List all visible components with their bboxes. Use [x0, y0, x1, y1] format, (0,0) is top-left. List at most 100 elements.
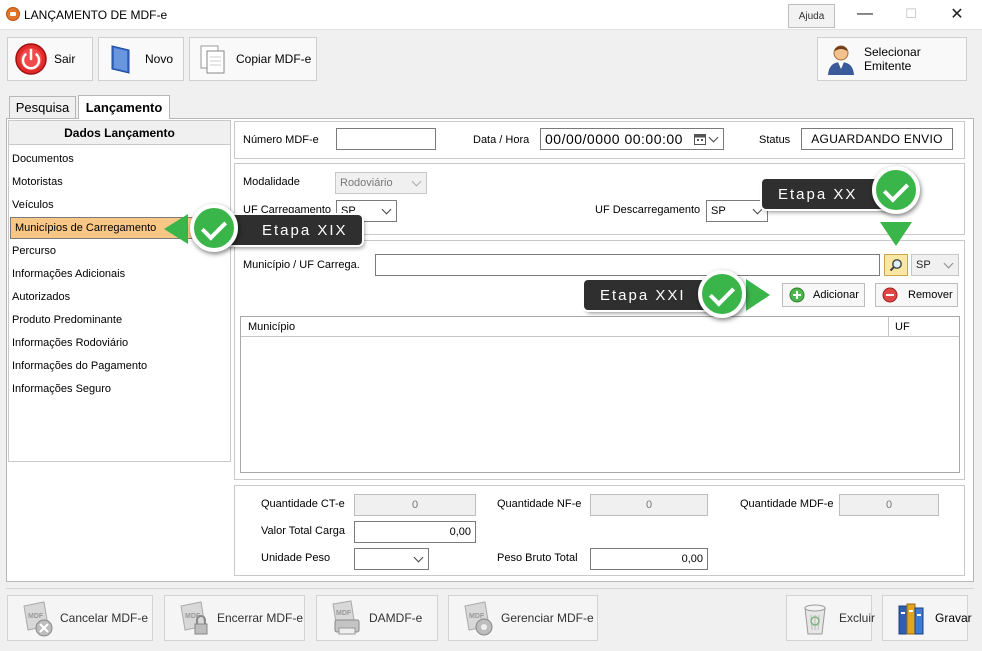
data-hora-label: Data / Hora — [473, 134, 530, 146]
copy-icon — [196, 42, 230, 76]
callout-arrow — [164, 214, 188, 244]
qtd-mdfe-label: Quantidade MDF-e — [740, 498, 834, 510]
qtd-cte-value: 0 — [354, 494, 476, 516]
novo-button[interactable]: Novo — [98, 37, 184, 81]
copiar-label: Copiar MDF-e — [236, 52, 312, 66]
adicionar-button[interactable]: Adicionar — [782, 283, 865, 307]
qtd-nfe-label: Quantidade NF-e — [497, 498, 582, 510]
gerenciar-mdfe-button[interactable]: MDF Gerenciar MDF-e — [448, 595, 598, 641]
numero-mdfe-label: Número MDF-e — [243, 134, 319, 146]
power-icon — [14, 42, 48, 76]
callout-etapa-xix: Etapa XIX — [226, 215, 362, 245]
qtd-nfe-value: 0 — [590, 494, 708, 516]
sidebar-item-informacoes-adicionais[interactable]: Informações Adicionais — [10, 263, 229, 285]
sidebar-item-produto-predominante[interactable]: Produto Predominante — [10, 309, 229, 331]
calendar-icon[interactable] — [694, 132, 719, 145]
qtd-cte-label: Quantidade CT-e — [261, 498, 345, 510]
sidebar-item-informacoes-pagamento[interactable]: Informações do Pagamento — [10, 355, 229, 377]
municipio-uf-value: SP — [916, 259, 931, 271]
sidebar-item-informacoes-seguro[interactable]: Informações Seguro — [10, 378, 229, 400]
sidebar-item-documentos[interactable]: Documentos — [10, 148, 229, 170]
unidade-peso-label: Unidade Peso — [261, 552, 331, 564]
municipio-grid[interactable] — [240, 316, 960, 473]
gerenciar-mdfe-label: Gerenciar MDF-e — [501, 611, 594, 625]
modalidade-select: Rodoviário — [335, 172, 427, 194]
status-label: Status — [759, 134, 791, 146]
window-title: LANÇAMENTO DE MDF-e — [24, 8, 168, 22]
save-books-icon — [891, 598, 931, 638]
chevron-down-icon — [381, 204, 392, 214]
svg-text:MDF: MDF — [28, 613, 44, 620]
data-hora-input[interactable]: 00/00/0000 00:00:00 — [540, 128, 724, 150]
municipio-uf-label: Município / UF Carrega. — [243, 259, 360, 271]
cancelar-mdfe-label: Cancelar MDF-e — [60, 611, 149, 625]
callout-arrow — [880, 222, 912, 246]
grid-header: Município UF — [241, 317, 959, 337]
chevron-down-icon — [411, 176, 422, 186]
data-hora-value: 00/00/0000 00:00:00 — [545, 131, 683, 147]
sidebar-item-autorizados[interactable]: Autorizados — [10, 286, 229, 308]
numero-mdfe-input[interactable] — [336, 128, 436, 150]
grid-col-divider — [888, 317, 889, 336]
check-circle-icon — [872, 166, 920, 214]
search-icon — [889, 259, 902, 272]
svg-text:MDF: MDF — [336, 610, 352, 617]
remover-label: Remover — [908, 289, 953, 301]
minimize-button[interactable]: — — [842, 0, 888, 28]
user-icon — [824, 42, 858, 76]
cancelar-mdfe-button[interactable]: MDF Cancelar MDF-e — [7, 595, 153, 641]
add-icon — [789, 287, 805, 303]
tab-lancamento[interactable]: Lançamento — [78, 95, 170, 119]
grid-col-municipio[interactable]: Município — [248, 321, 295, 333]
selecionar-emitente-button[interactable]: Selecionar Emitente — [817, 37, 967, 81]
peso-bruto-input[interactable]: 0,00 — [590, 548, 708, 570]
uf-descarregamento-value: SP — [711, 205, 726, 217]
sair-label: Sair — [54, 52, 76, 66]
novo-label: Novo — [145, 52, 174, 66]
encerrar-mdfe-button[interactable]: MDF Encerrar MDF-e — [164, 595, 305, 641]
unidade-peso-select[interactable] — [354, 548, 429, 570]
remover-button[interactable]: Remover — [875, 283, 958, 307]
chevron-down-icon — [413, 552, 424, 562]
close-button[interactable]: ✕ — [934, 0, 980, 28]
maximize-button[interactable]: ☐ — [888, 0, 934, 28]
new-document-icon — [105, 42, 139, 76]
municipio-uf-select[interactable]: SP — [911, 254, 959, 276]
excluir-label: Excluir — [839, 611, 876, 625]
sidebar-item-informacoes-rodoviario[interactable]: Informações Rodoviário — [10, 332, 229, 354]
remove-icon — [882, 287, 898, 303]
gravar-button[interactable]: Gravar — [882, 595, 972, 641]
tab-pesquisa[interactable]: Pesquisa — [9, 96, 76, 118]
callout-arrow — [746, 279, 770, 311]
gravar-label: Gravar — [935, 611, 972, 625]
excluir-button[interactable]: Excluir — [786, 595, 876, 641]
printer-icon: MDF — [325, 598, 365, 638]
chevron-down-icon — [943, 258, 954, 268]
sidebar-item-motoristas[interactable]: Motoristas — [10, 171, 229, 193]
adicionar-label: Adicionar — [813, 289, 859, 301]
damdfe-label: DAMDF-e — [369, 611, 423, 625]
status-value: AGUARDANDO ENVIO — [801, 128, 953, 150]
qtd-mdfe-value: 0 — [839, 494, 939, 516]
valor-total-input[interactable]: 0,00 — [354, 521, 476, 543]
cancel-document-icon: MDF — [16, 598, 56, 638]
peso-bruto-label: Peso Bruto Total — [497, 552, 578, 564]
bottom-divider — [6, 588, 974, 589]
copiar-button[interactable]: Copiar MDF-e — [189, 37, 317, 81]
grid-col-uf[interactable]: UF — [895, 321, 910, 333]
help-button[interactable]: Ajuda — [788, 4, 835, 28]
sair-button[interactable]: Sair — [7, 37, 93, 81]
uf-descarregamento-select[interactable]: SP — [706, 200, 768, 222]
chevron-down-icon — [752, 204, 763, 214]
damdfe-button[interactable]: MDF DAMDF-e — [316, 595, 438, 641]
check-circle-icon — [190, 204, 238, 252]
modalidade-label: Modalidade — [243, 176, 300, 188]
manage-document-icon: MDF — [457, 598, 497, 638]
municipio-input[interactable] — [375, 254, 880, 276]
valor-total-label: Valor Total Carga — [261, 525, 345, 537]
lock-document-icon: MDF — [173, 598, 213, 638]
trash-icon — [795, 598, 835, 638]
app-icon — [6, 7, 20, 21]
modalidade-value: Rodoviário — [340, 177, 393, 189]
search-button[interactable] — [884, 254, 908, 276]
